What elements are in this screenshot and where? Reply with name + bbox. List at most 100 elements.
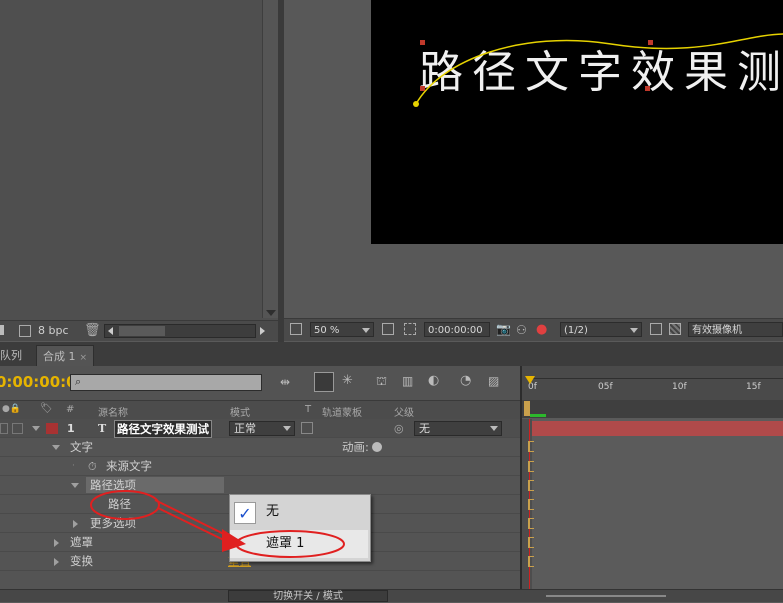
timeline-tracks[interactable] — [522, 419, 783, 589]
layer-label-color[interactable] — [46, 423, 58, 434]
lock-icon: ●🔒 — [2, 404, 22, 414]
keyframe-marker[interactable] — [528, 518, 534, 529]
more-options-twirl-icon[interactable] — [73, 520, 78, 528]
ruler-line — [530, 378, 783, 379]
layer-number: 1 — [67, 422, 75, 435]
animate-label[interactable]: 动画: — [342, 438, 369, 457]
comp-mini-flowchart-icon[interactable]: ⇹ — [280, 375, 290, 389]
show-snapshot-icon[interactable]: ⚇ — [516, 323, 527, 337]
brainstorm-icon[interactable]: ◔ — [460, 373, 471, 388]
new-comp-icon[interactable] — [19, 325, 31, 337]
transform-label: 变换 — [70, 554, 93, 568]
transparency-grid-icon[interactable] — [669, 323, 681, 335]
animate-menu-icon[interactable] — [372, 442, 382, 452]
keyframe-marker[interactable] — [528, 499, 534, 510]
keyframe-marker[interactable] — [528, 480, 534, 491]
hide-shy-icon[interactable]: ⛫ — [376, 374, 387, 390]
menu-item-none-label: 无 — [266, 504, 280, 519]
cache-indicator — [530, 414, 546, 417]
col-source-name[interactable]: 源名称 — [98, 404, 128, 419]
preserve-transparency-checkbox[interactable] — [301, 422, 313, 434]
project-scrollbar[interactable] — [262, 0, 279, 318]
channel-icon[interactable]: ● — [536, 322, 547, 337]
toggle-switches-modes-button[interactable]: 切换开关 / 模式 — [228, 590, 388, 602]
tab-render-queue[interactable]: 队列 — [0, 345, 28, 366]
mask-visibility-icon[interactable] — [404, 323, 416, 335]
project-hscroll[interactable] — [104, 324, 265, 338]
comp-footer-toolbar: 50 % 0:00:00:00 📷 ⚇ ● (1/2) 有效摄像机 — [284, 318, 783, 341]
layer-duration-bar[interactable] — [530, 421, 783, 436]
keyframe-marker[interactable] — [528, 556, 534, 567]
title-safe-icon[interactable] — [382, 323, 394, 335]
stopwatch-icon[interactable]: ⏱ — [88, 457, 97, 476]
text-path-curve[interactable] — [371, 0, 783, 244]
path-options-row[interactable]: 路径选项 — [0, 476, 520, 495]
transform-twirl-icon[interactable] — [54, 558, 59, 566]
layer-row-1[interactable]: 1 T 路径文字效果测试 正常 ◎ 无 — [0, 419, 520, 438]
live-update-icon[interactable] — [314, 372, 334, 392]
col-mode: 模式 — [230, 408, 250, 419]
work-area-bar[interactable] — [522, 400, 783, 418]
path-options-label: 路径选项 — [90, 478, 136, 492]
frame-blending-icon[interactable]: ▥ — [402, 374, 413, 388]
tick-05f: 05f — [598, 382, 613, 392]
scroll-down-icon[interactable] — [266, 310, 276, 316]
keyframe-marker[interactable] — [528, 537, 534, 548]
scroll-thumb[interactable] — [119, 326, 165, 336]
text-group-label: 文字 — [70, 440, 93, 454]
text-layer-icon: T — [98, 422, 107, 435]
composition-viewer[interactable]: 路径文字效果测 — [371, 0, 783, 244]
zoom-slider[interactable] — [546, 595, 666, 597]
source-text-row[interactable]: · ⏱ 来源文字 — [0, 457, 520, 476]
graph-editor-icon[interactable]: ▨ — [488, 374, 499, 388]
snapshot-icon[interactable]: 📷 — [496, 322, 511, 336]
layer-twirl-icon[interactable] — [32, 426, 40, 431]
playhead-icon[interactable] — [525, 376, 535, 384]
menu-item-mask-1[interactable]: 遮罩 1 — [230, 530, 368, 558]
project-footer: 8 bpc 🗑 — [0, 320, 278, 341]
col-trkmat: 轨道蒙板 — [322, 408, 362, 419]
search-icon: ⌕ — [75, 375, 82, 388]
pickwhip-icon[interactable]: ◎ — [394, 419, 404, 438]
text-group-row[interactable]: 文字 动画: — [0, 438, 520, 457]
parent-select[interactable]: 无 — [414, 421, 502, 436]
layer-mode-select[interactable]: 正常 — [229, 421, 295, 436]
time-ruler[interactable]: 0f 05f 10f 15f — [522, 366, 783, 400]
masks-twirl-icon[interactable] — [54, 539, 59, 547]
timeline-tabbar: 队列 合成 1 × — [0, 342, 783, 367]
scroll-right-icon[interactable] — [260, 327, 265, 335]
camera-select[interactable]: 有效摄像机 — [688, 322, 783, 337]
checkmark-icon: ✓ — [234, 502, 256, 524]
text-twirl-icon[interactable] — [52, 445, 60, 450]
timeline-controls: 0:00:00:00 ⌕ ⇹ ✳ ⛫ ▥ ◐ ◔ ▨ — [0, 366, 520, 400]
path-label: 路径 — [108, 497, 131, 511]
tick-10f: 10f — [672, 382, 687, 392]
new-folder-icon[interactable] — [0, 325, 4, 335]
path-options-twirl-icon[interactable] — [71, 483, 79, 488]
bpc-label[interactable]: 8 bpc — [38, 324, 69, 337]
project-panel — [0, 0, 278, 340]
keyframe-marker[interactable] — [528, 461, 534, 472]
resolution-select[interactable]: (1/2) — [560, 322, 642, 337]
layer-search-input[interactable]: ⌕ — [70, 374, 262, 391]
always-preview-icon[interactable] — [290, 323, 302, 335]
draft-3d-icon[interactable]: ✳ — [342, 373, 353, 388]
trash-icon[interactable]: 🗑 — [84, 323, 101, 338]
motion-blur-icon[interactable]: ◐ — [428, 373, 439, 388]
path-dropdown-menu: ✓ 无 遮罩 1 — [229, 494, 371, 562]
tab-comp-1[interactable]: 合成 1 × — [36, 345, 95, 367]
region-of-interest-icon[interactable] — [650, 323, 662, 335]
timeline-column-header: ●🔒 🏷 # 源名称 模式 T 轨道蒙板 父级 — [0, 400, 520, 420]
menu-item-none[interactable]: ✓ 无 — [230, 498, 368, 526]
timecode-display[interactable]: 0:00:00:00 — [424, 322, 490, 337]
masks-label: 遮罩 — [70, 535, 93, 549]
menu-item-mask-1-label: 遮罩 1 — [266, 536, 305, 551]
layer-name[interactable]: 路径文字效果测试 — [114, 420, 212, 438]
keyframe-marker[interactable] — [528, 441, 534, 452]
timeline-bottom-bar: 切换开关 / 模式 — [0, 589, 783, 602]
zoom-select[interactable]: 50 % — [310, 322, 374, 337]
scroll-left-icon[interactable] — [108, 327, 113, 335]
solo-switch[interactable] — [0, 423, 8, 434]
close-tab-icon[interactable]: × — [80, 353, 88, 363]
lock-switch[interactable] — [12, 423, 23, 434]
